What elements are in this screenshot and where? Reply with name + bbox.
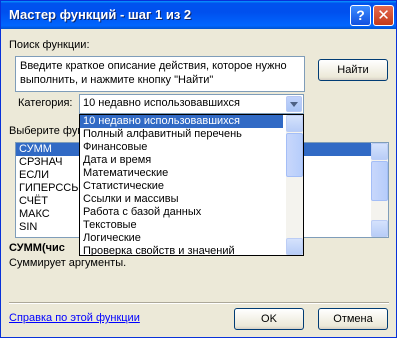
help-link[interactable]: Справка по этой функции bbox=[9, 312, 140, 324]
function-description: Суммирует аргументы. bbox=[9, 257, 127, 269]
category-option[interactable]: Математические bbox=[80, 167, 283, 180]
scroll-up-icon[interactable] bbox=[371, 143, 388, 160]
category-option[interactable]: Работа с базой данных bbox=[80, 206, 283, 219]
category-dropdown-list[interactable]: 10 недавно использовавшихся Полный алфав… bbox=[79, 114, 304, 256]
category-dropdown-scrollbar[interactable] bbox=[286, 115, 303, 255]
footer-divider bbox=[9, 302, 389, 304]
category-select[interactable]: 10 недавно использовавшихся bbox=[79, 94, 304, 114]
category-option[interactable]: Финансовые bbox=[80, 141, 283, 154]
title-bar[interactable]: Мастер функций - шаг 1 из 2 ? ✕ bbox=[1, 1, 396, 29]
category-option[interactable]: 10 недавно использовавшихся bbox=[80, 115, 283, 128]
category-option[interactable]: Полный алфавитный перечень bbox=[80, 128, 283, 141]
function-list-scrollbar[interactable] bbox=[371, 143, 388, 237]
category-selected-value: 10 недавно использовавшихся bbox=[83, 97, 241, 109]
search-input[interactable]: Введите краткое описание действия, котор… bbox=[15, 56, 305, 92]
ok-button[interactable]: OK bbox=[234, 308, 304, 330]
category-option[interactable]: Проверка свойств и значений bbox=[80, 245, 283, 255]
scroll-down-icon[interactable] bbox=[286, 238, 303, 255]
find-button[interactable]: Найти bbox=[318, 59, 388, 81]
search-label: Поиск функции: bbox=[9, 39, 90, 51]
function-signature: СУММ(чис bbox=[9, 242, 65, 254]
category-option[interactable]: Логические bbox=[80, 232, 283, 245]
close-icon[interactable]: ✕ bbox=[373, 5, 394, 26]
function-wizard-dialog: Мастер функций - шаг 1 из 2 ? ✕ Поиск фу… bbox=[0, 0, 397, 338]
function-list-label: Выберите фун bbox=[9, 125, 84, 137]
category-option[interactable]: Ссылки и массивы bbox=[80, 193, 283, 206]
category-label: Категория: bbox=[18, 97, 73, 109]
scroll-up-icon[interactable] bbox=[286, 115, 303, 132]
category-option[interactable]: Статистические bbox=[80, 180, 283, 193]
window-title: Мастер функций - шаг 1 из 2 bbox=[9, 7, 192, 22]
chevron-down-icon[interactable] bbox=[286, 96, 302, 112]
scroll-thumb[interactable] bbox=[371, 161, 388, 201]
scroll-down-icon[interactable] bbox=[371, 220, 388, 237]
category-option[interactable]: Текстовые bbox=[80, 219, 283, 232]
cancel-button[interactable]: Отмена bbox=[318, 308, 388, 330]
category-option[interactable]: Дата и время bbox=[80, 154, 283, 167]
scroll-thumb[interactable] bbox=[286, 133, 303, 177]
help-icon[interactable]: ? bbox=[350, 5, 371, 26]
